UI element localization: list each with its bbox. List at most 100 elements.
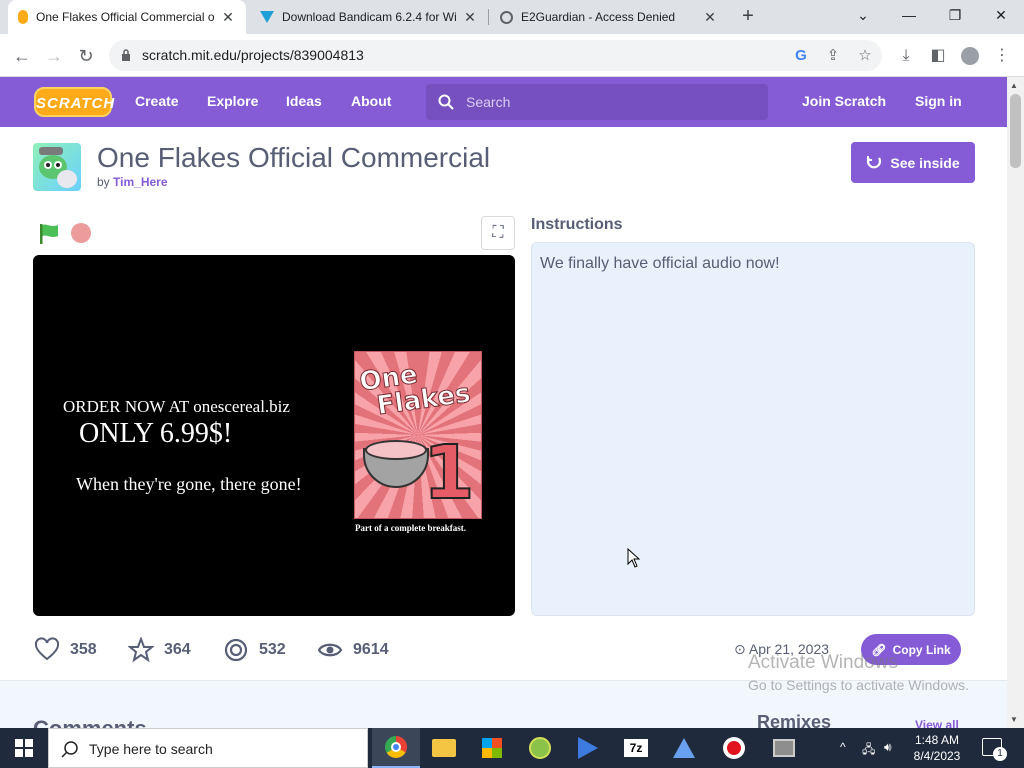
stage-price-text: ONLY 6.99$! <box>79 418 233 449</box>
scroll-down-icon[interactable]: ▼ <box>1010 715 1018 724</box>
stage-gone-text: When they're gone, there gone! <box>76 474 302 494</box>
restore-button[interactable]: ❐ <box>932 0 978 30</box>
search-icon <box>61 741 78 758</box>
date-icon: ⊙ <box>734 641 746 657</box>
download-icon[interactable]: ⤓ <box>894 44 918 68</box>
nav-explore[interactable]: Explore <box>207 93 258 109</box>
cereal-caption: Part of a complete breakfast. <box>355 523 467 533</box>
tab-title: E2Guardian - Access Denied <box>521 10 676 24</box>
taskbar-search-placeholder: Type here to search <box>89 741 213 757</box>
instructions-text: We finally have official audio now! <box>540 255 780 272</box>
author-avatar[interactable] <box>33 143 81 191</box>
windows-taskbar: Type here to search 7z ^ 🖧︎ 🔊︎ 1:48 AM 8… <box>0 728 1024 768</box>
side-panel-icon[interactable]: ◧ <box>926 44 950 68</box>
remix-spiral-icon <box>224 638 248 662</box>
mouse-cursor-icon <box>627 548 641 568</box>
project-stage[interactable]: ORDER NOW AT onescereal.biz ONLY 6.99$! … <box>33 255 515 616</box>
favorite-stat[interactable]: 364 <box>128 637 191 663</box>
windows-logo-icon <box>15 739 33 757</box>
video-editor-icon[interactable] <box>760 728 808 768</box>
green-flag-icon[interactable] <box>38 223 60 245</box>
tab-close-icon[interactable]: ✕ <box>702 9 718 26</box>
search-placeholder: Search <box>466 94 511 110</box>
media-player-icon[interactable] <box>564 728 612 768</box>
scroll-thumb[interactable] <box>1010 94 1021 168</box>
view-count: 9614 <box>353 641 389 658</box>
view-stat: 9614 <box>317 637 389 663</box>
browser-tab-bandicam[interactable]: Download Bandicam 6.2.4 for Wi ✕ <box>250 0 488 34</box>
record-icon[interactable] <box>710 728 758 768</box>
see-inside-icon <box>867 155 882 168</box>
tab-close-icon[interactable]: ✕ <box>220 9 236 26</box>
back-arrow-icon[interactable]: ← <box>10 44 34 68</box>
forward-arrow-icon[interactable]: → <box>42 44 66 68</box>
cereal-number: 1 <box>422 430 475 516</box>
notification-icon[interactable]: 1 <box>982 738 1007 761</box>
browser-toolbar: ← → ↻ scratch.mit.edu/projects/839004813… <box>0 34 1024 77</box>
scratch-logo[interactable]: SCRATCH <box>34 87 114 117</box>
bookmark-star-icon[interactable]: ☆ <box>856 47 874 65</box>
file-explorer-icon[interactable] <box>420 728 468 768</box>
heart-icon <box>34 637 60 661</box>
profile-avatar-icon[interactable] <box>958 44 982 68</box>
kebab-menu-icon[interactable]: ⋮ <box>990 44 1014 68</box>
scroll-up-icon[interactable]: ▲ <box>1010 81 1018 90</box>
7zip-icon[interactable]: 7z <box>612 728 660 768</box>
share-icon[interactable]: ⇪ <box>824 47 842 65</box>
browser-tab-e2guardian[interactable]: E2Guardian - Access Denied ✕ <box>490 0 728 34</box>
network-icon[interactable]: 🖧︎ <box>862 740 875 761</box>
search-input[interactable]: Search <box>426 84 768 120</box>
stage-order-text: ORDER NOW AT onescereal.biz <box>63 397 290 416</box>
nav-ideas[interactable]: Ideas <box>286 93 322 109</box>
creature-avatar-icon <box>39 147 77 188</box>
bandicam-favicon-icon <box>260 11 274 23</box>
see-inside-button[interactable]: See inside <box>851 142 975 183</box>
join-scratch-link[interactable]: Join Scratch <box>802 93 886 109</box>
instructions-panel: We finally have official audio now! <box>531 242 975 616</box>
tray-chevron-icon[interactable]: ^ <box>840 740 846 754</box>
taskbar-clock[interactable]: 1:48 AM 8/4/2023 <box>906 732 968 764</box>
url-text: scratch.mit.edu/projects/839004813 <box>142 47 364 63</box>
author-link[interactable]: Tim_Here <box>113 175 167 189</box>
app-green-circle-icon[interactable] <box>516 728 564 768</box>
lock-icon <box>122 49 130 61</box>
by-prefix: by <box>97 175 110 189</box>
close-window-button[interactable]: ✕ <box>978 0 1024 30</box>
page-scrollbar[interactable]: ▲ ▼ <box>1007 77 1024 728</box>
volume-icon[interactable]: 🔊︎ <box>884 740 892 755</box>
nav-about[interactable]: About <box>351 93 391 109</box>
tab-title: One Flakes Official Commercial o <box>36 10 215 24</box>
love-stat[interactable]: 358 <box>34 637 97 663</box>
reload-icon[interactable]: ↻ <box>74 44 98 68</box>
copy-link-label: Copy Link <box>892 642 951 657</box>
tab-search-chevron-icon[interactable]: ⌄ <box>840 0 886 30</box>
fullscreen-icon[interactable]: ⛶ <box>481 216 515 250</box>
tab-close-icon[interactable]: ✕ <box>462 9 478 26</box>
search-icon <box>438 94 454 110</box>
love-count: 358 <box>70 641 97 658</box>
scratch-favicon-icon <box>18 10 28 24</box>
taskbar-search-input[interactable]: Type here to search <box>48 728 368 768</box>
windows-start-button[interactable] <box>0 728 48 768</box>
instructions-heading: Instructions <box>531 216 623 233</box>
nav-create[interactable]: Create <box>135 93 179 109</box>
bowl-cereal-icon <box>365 440 427 460</box>
app-triangle-icon[interactable] <box>660 728 708 768</box>
google-translate-icon[interactable]: G <box>792 47 810 65</box>
activate-windows-watermark: Activate Windows <box>748 652 898 673</box>
sign-in-link[interactable]: Sign in <box>915 93 962 109</box>
cereal-brand-text: One Flakes <box>357 359 473 422</box>
new-tab-button[interactable]: + <box>737 6 759 28</box>
address-bar[interactable]: scratch.mit.edu/projects/839004813 G ⇪ ☆ <box>109 40 882 71</box>
stop-sign-icon[interactable] <box>71 223 91 243</box>
microsoft-store-icon[interactable] <box>468 728 516 768</box>
tab-title: Download Bandicam 6.2.4 for Wi <box>282 10 457 24</box>
activate-windows-subtext: Go to Settings to activate Windows. <box>748 677 969 693</box>
minimize-button[interactable]: — <box>886 0 932 30</box>
project-byline: by Tim_Here <box>97 175 168 189</box>
chrome-taskbar-icon[interactable] <box>372 728 420 768</box>
tab-separator <box>488 9 489 25</box>
browser-tab-scratch[interactable]: One Flakes Official Commercial o ✕ <box>8 0 246 34</box>
remix-count: 532 <box>259 641 286 658</box>
cereal-box-image: One Flakes 1 <box>354 351 482 519</box>
